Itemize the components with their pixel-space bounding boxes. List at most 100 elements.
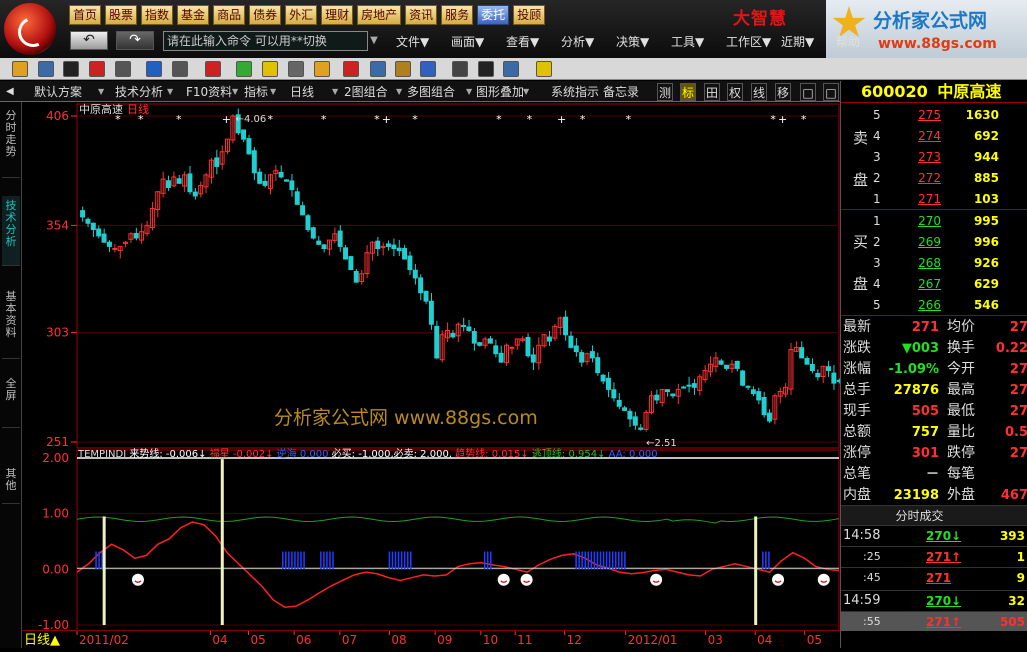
vertical-tab-3[interactable]: 全屏 — [2, 374, 20, 428]
menu-item[interactable]: 查看▼ — [506, 33, 561, 50]
tick-row[interactable]: :55 271↑ 505 — [841, 611, 1027, 631]
tab-tool-button[interactable]: 线 — [751, 83, 767, 101]
menu-button[interactable]: 股票 — [105, 5, 138, 25]
menu-button[interactable]: 指数 — [141, 5, 174, 25]
menu-item[interactable]: 近期▼ — [781, 33, 836, 50]
tick-row[interactable]: 14:58 270↓ 393 — [841, 525, 1027, 545]
menu-button[interactable]: 外汇 — [285, 5, 318, 25]
cursor-icon[interactable] — [172, 61, 188, 77]
tab-tool-button[interactable]: 测 — [657, 83, 673, 101]
menu-item[interactable]: 决策▼ — [616, 33, 671, 50]
vertical-tab-0[interactable]: 分时走势 — [2, 106, 20, 178]
tab-dropdown-icon[interactable]: ▼ — [232, 83, 238, 101]
chart-icon[interactable] — [38, 61, 54, 77]
tab-9[interactable]: 备忘录 — [603, 83, 639, 101]
tab-7[interactable]: 图形叠加 — [476, 83, 524, 101]
menu-button[interactable]: 服务 — [441, 5, 474, 25]
tick-volume: 1 — [1016, 550, 1025, 564]
tab-dropdown-icon[interactable]: ▼ — [98, 83, 104, 101]
tick-row[interactable]: :25 271↑ 1 — [841, 546, 1027, 566]
menu-item[interactable]: 文件▼ — [396, 33, 451, 50]
menu-button[interactable]: 债券 — [249, 5, 282, 25]
order-row[interactable]: 4 267 629 — [841, 274, 1027, 294]
tab-dropdown-icon[interactable]: ▼ — [466, 83, 472, 101]
tab-tool-button[interactable]: □ — [823, 83, 839, 101]
tab-dropdown-icon[interactable]: ▼ — [396, 83, 402, 101]
tick-row[interactable]: 14:59 270↓ 32 — [841, 590, 1027, 610]
menu-button[interactable]: 商品 — [213, 5, 246, 25]
monitor-icon[interactable] — [503, 61, 519, 77]
menu-button[interactable]: 首页 — [69, 5, 102, 25]
tick-row[interactable]: :45 271 9 — [841, 567, 1027, 587]
vertical-tab-2[interactable]: 基本资料 — [2, 287, 20, 359]
tab-1[interactable]: 技术分析 — [115, 83, 163, 101]
grid-icon[interactable] — [63, 61, 79, 77]
tab-3[interactable]: 指标 — [244, 83, 268, 101]
menu-item[interactable]: 工具▼ — [671, 33, 726, 50]
bell-icon[interactable] — [314, 61, 330, 77]
order-row[interactable]: 2 269 996 — [841, 232, 1027, 252]
menu-item[interactable]: 画面▼ — [451, 33, 506, 50]
menu-button[interactable]: 房地产 — [357, 5, 402, 25]
tab-6[interactable]: 多图组合 — [407, 83, 455, 101]
menu-button[interactable]: 基金 — [177, 5, 210, 25]
menu-item[interactable]: 帮助 — [836, 33, 891, 50]
tab-tool-button[interactable]: 移 — [775, 83, 791, 101]
vertical-tab-4[interactable]: 其他 — [2, 464, 20, 504]
order-row[interactable]: 2 272 885 — [841, 168, 1027, 188]
ruler-icon[interactable] — [115, 61, 131, 77]
tab-tool-button[interactable]: 标 — [680, 83, 696, 101]
warning-icon[interactable] — [262, 61, 278, 77]
tab-dropdown-icon[interactable]: ▼ — [270, 83, 276, 101]
order-row[interactable]: 5 275 1630 — [841, 105, 1027, 125]
vertical-tab-1[interactable]: 技术分析 — [2, 196, 20, 266]
order-row[interactable]: 1 271 103 — [841, 189, 1027, 209]
crosshair-icon[interactable] — [146, 61, 162, 77]
app-logo-icon[interactable] — [4, 3, 56, 55]
tab-tool-button[interactable]: 权 — [727, 83, 743, 101]
order-row[interactable]: 3 273 944 — [841, 147, 1027, 167]
order-price: 275 — [918, 108, 941, 122]
chart-area[interactable]: 406 354 303 251 中原高速 日线 ←4.06 ←2.51 * * * + * * * + * * * +… — [22, 102, 840, 632]
back-button[interactable]: ↶ — [70, 31, 108, 50]
flag-icon[interactable] — [205, 61, 221, 77]
folder-icon[interactable] — [12, 61, 28, 77]
menu-item[interactable]: 分析▼ — [561, 33, 616, 50]
order-row[interactable]: 1 270 995 — [841, 211, 1027, 231]
info-icon[interactable] — [478, 61, 494, 77]
menu-button[interactable]: 投顾 — [513, 5, 546, 25]
picture-icon[interactable] — [370, 61, 386, 77]
tab-8[interactable]: 系统指示 — [551, 83, 599, 101]
rsi-icon[interactable] — [89, 61, 105, 77]
command-input[interactable]: 请在此输入命令 可以用**切换 — [163, 31, 368, 51]
order-price: 273 — [918, 150, 941, 164]
tab-dropdown-icon[interactable]: ▼ — [167, 83, 173, 101]
candle-icon[interactable] — [343, 61, 359, 77]
abacus-icon[interactable] — [288, 61, 304, 77]
tab-0[interactable]: 默认方案 — [34, 83, 82, 101]
tab-tool-button[interactable]: □ — [800, 83, 816, 101]
tab-4[interactable]: 日线 — [290, 83, 314, 101]
tab-5[interactable]: 2图组合 — [344, 83, 388, 101]
tab-dropdown-icon[interactable]: ▼ — [523, 83, 529, 101]
diamond-icon[interactable] — [536, 61, 552, 77]
order-row[interactable]: 5 266 546 — [841, 295, 1027, 315]
menu-button[interactable]: 委托 — [477, 5, 510, 25]
tab-2[interactable]: F10资料 — [186, 83, 232, 101]
calc-icon[interactable] — [452, 61, 468, 77]
pen-icon[interactable] — [420, 61, 436, 77]
ticks-title[interactable]: 分时成交 — [841, 505, 1027, 525]
menu-button[interactable]: 资讯 — [405, 5, 438, 25]
candle-body — [241, 129, 247, 140]
compass-icon[interactable] — [395, 61, 411, 77]
menu-item[interactable]: 工作区▼ — [726, 33, 781, 50]
chevron-down-icon[interactable]: ▼ — [368, 31, 380, 51]
rgb-icon[interactable] — [236, 61, 252, 77]
forward-button[interactable]: ↷ — [116, 31, 154, 50]
menu-button[interactable]: 理财 — [321, 5, 354, 25]
tab-dropdown-icon[interactable]: ▼ — [332, 83, 338, 101]
tabs-scroll-left-button[interactable]: ◀ — [6, 83, 14, 101]
tab-tool-button[interactable]: 田 — [704, 83, 720, 101]
order-row[interactable]: 4 274 692 — [841, 126, 1027, 146]
order-row[interactable]: 3 268 926 — [841, 253, 1027, 273]
